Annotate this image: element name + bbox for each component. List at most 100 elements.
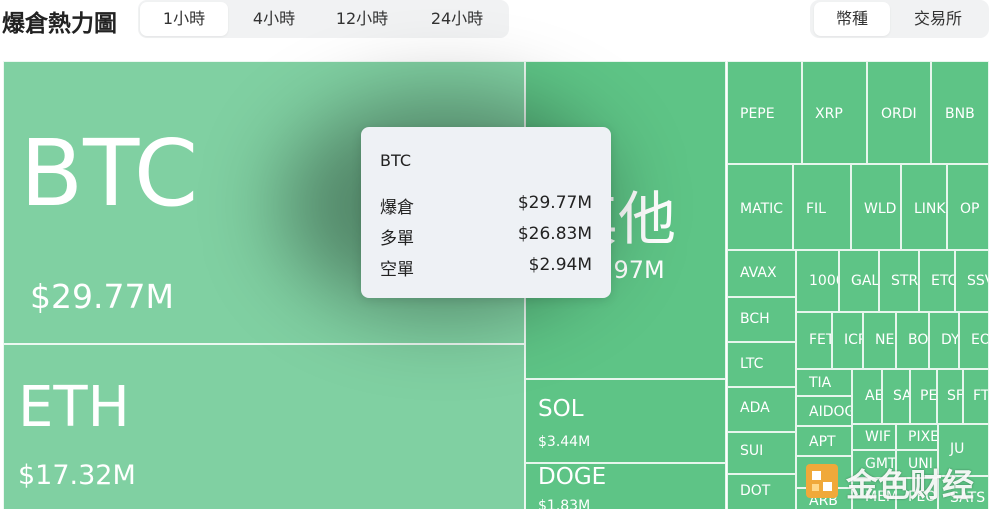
- tile-icp[interactable]: ICP: [832, 312, 863, 369]
- tile-ne[interactable]: NE: [863, 312, 896, 369]
- tile-bnb[interactable]: BNB: [931, 61, 989, 164]
- tooltip-title: BTC: [380, 151, 411, 170]
- tile-matic[interactable]: MATIC: [727, 164, 793, 250]
- tile-name: FT: [973, 388, 989, 404]
- tooltip-label: 空單: [380, 260, 414, 280]
- tile-value: $3.44M: [538, 434, 591, 450]
- tile-bch[interactable]: BCH: [727, 297, 796, 342]
- tab-coin[interactable]: 幣種: [814, 2, 890, 36]
- tile-name: OP: [960, 201, 980, 217]
- tile-name: DOGE: [538, 464, 607, 490]
- tile-name: WLD: [864, 201, 897, 217]
- tile-fet[interactable]: FET: [796, 312, 832, 369]
- tile-tia[interactable]: TIA: [796, 369, 852, 396]
- tile-name: SUI: [740, 443, 764, 459]
- tooltip-label: 爆倉: [380, 198, 414, 218]
- tile-str[interactable]: STR: [879, 250, 919, 312]
- page-title: 爆倉熱力圖: [2, 11, 117, 37]
- tile-sui[interactable]: SUI: [727, 432, 796, 474]
- tile-name: PIXE: [908, 429, 938, 445]
- tile-dy[interactable]: DY: [929, 312, 959, 369]
- tile-name: PE: [920, 388, 937, 404]
- time-range-tabs: 1小時 4小時 12小時 24小時: [138, 0, 509, 38]
- tooltip-row-liquidation: 爆倉 $29.77M: [380, 193, 592, 218]
- tooltip-value: $2.94M: [528, 255, 592, 275]
- tile-name: AE: [865, 388, 882, 404]
- tile-gal[interactable]: GAL: [839, 250, 879, 312]
- tile-name: JU: [950, 441, 965, 457]
- tile-name: ETC: [931, 273, 955, 289]
- tile-value: $17.32M: [18, 460, 136, 491]
- tile-aidog[interactable]: AIDOG: [796, 396, 852, 426]
- tile-name: WIF: [865, 429, 892, 445]
- tile-name: ETH: [18, 375, 130, 440]
- tile-ltc[interactable]: LTC: [727, 342, 796, 387]
- tile-name: FIL: [806, 201, 826, 217]
- tile-name: ORDI: [881, 106, 917, 122]
- tile-avax[interactable]: AVAX: [727, 250, 796, 297]
- tile-name: AIDOG: [809, 404, 852, 420]
- tile-value: $1.83M: [538, 498, 591, 509]
- tooltip: BTC 爆倉 $29.77M 多單 $26.83M 空單 $2.94M: [361, 127, 611, 298]
- tile-name: XRP: [815, 106, 843, 122]
- tile-sa[interactable]: SA: [882, 369, 910, 424]
- tile-ada[interactable]: ADA: [727, 387, 796, 432]
- tile-name: DOT: [740, 483, 771, 499]
- tile-name: PEPE: [740, 106, 775, 122]
- tile-ssv[interactable]: SSV: [955, 250, 989, 312]
- tile-1000[interactable]: 1000: [796, 250, 839, 312]
- tooltip-value: $26.83M: [517, 224, 592, 244]
- tooltip-value: $29.77M: [517, 193, 592, 213]
- tile-ft[interactable]: FT: [963, 369, 989, 424]
- tile-fil[interactable]: FIL: [793, 164, 851, 250]
- tile-name: FET: [809, 332, 832, 348]
- tile-ae[interactable]: AE: [852, 369, 882, 424]
- tile-name: SA: [893, 388, 910, 404]
- tile-pepe[interactable]: PEPE: [727, 61, 802, 164]
- tile-pixe[interactable]: PIXE: [896, 424, 938, 450]
- tile-wif[interactable]: WIF: [852, 424, 896, 450]
- tile-ordi[interactable]: ORDI: [867, 61, 931, 164]
- tile-name: EO: [971, 332, 989, 348]
- tile-etc[interactable]: ETC: [919, 250, 955, 312]
- tile-name: GAL: [851, 273, 879, 289]
- tile-name: LINK: [914, 201, 946, 217]
- tile-value: $29.77M: [30, 277, 174, 316]
- tile-name: MATIC: [740, 201, 784, 217]
- tile-name: BNB: [945, 106, 975, 122]
- tile-name: LTC: [740, 356, 764, 372]
- tile-name: STR: [891, 273, 919, 289]
- tile-doge[interactable]: DOGE $1.83M: [525, 463, 726, 509]
- tile-bo[interactable]: BO: [896, 312, 929, 369]
- tile-xrp[interactable]: XRP: [802, 61, 867, 164]
- tab-exchange[interactable]: 交易所: [898, 2, 978, 36]
- group-by-tabs: 幣種 交易所: [810, 0, 989, 38]
- gold-logo-icon: [806, 464, 838, 498]
- tile-name: ICP: [844, 332, 862, 348]
- tab-24h[interactable]: 24小時: [410, 2, 504, 36]
- tile-name: BO: [908, 332, 929, 348]
- tile-name: TIA: [809, 375, 832, 391]
- tile-dot[interactable]: DOT: [727, 474, 796, 509]
- tooltip-row-long: 多單 $26.83M: [380, 224, 592, 249]
- tile-name: SSV: [967, 273, 988, 289]
- tile-sf[interactable]: SF: [937, 369, 963, 424]
- tab-12h[interactable]: 12小時: [318, 2, 406, 36]
- tile-pe[interactable]: PE: [910, 369, 937, 424]
- tile-name: NE: [875, 332, 895, 348]
- tile-name: SOL: [538, 396, 584, 422]
- tile-eo[interactable]: EO: [959, 312, 989, 369]
- tile-sol[interactable]: SOL $3.44M: [525, 379, 726, 463]
- tile-apt[interactable]: APT: [796, 426, 852, 456]
- tile-name: AVAX: [740, 265, 777, 281]
- tab-4h[interactable]: 4小時: [230, 2, 318, 36]
- tab-1h[interactable]: 1小時: [140, 2, 228, 36]
- tile-name: DY: [941, 332, 959, 348]
- tile-wld[interactable]: WLD: [851, 164, 901, 250]
- tile-name: SF: [947, 388, 963, 404]
- tile-link[interactable]: LINK: [901, 164, 947, 250]
- tile-name: BTC: [20, 120, 199, 227]
- tile-op[interactable]: OP: [947, 164, 989, 250]
- tooltip-label: 多單: [380, 229, 414, 249]
- tile-eth[interactable]: ETH $17.32M: [3, 344, 525, 509]
